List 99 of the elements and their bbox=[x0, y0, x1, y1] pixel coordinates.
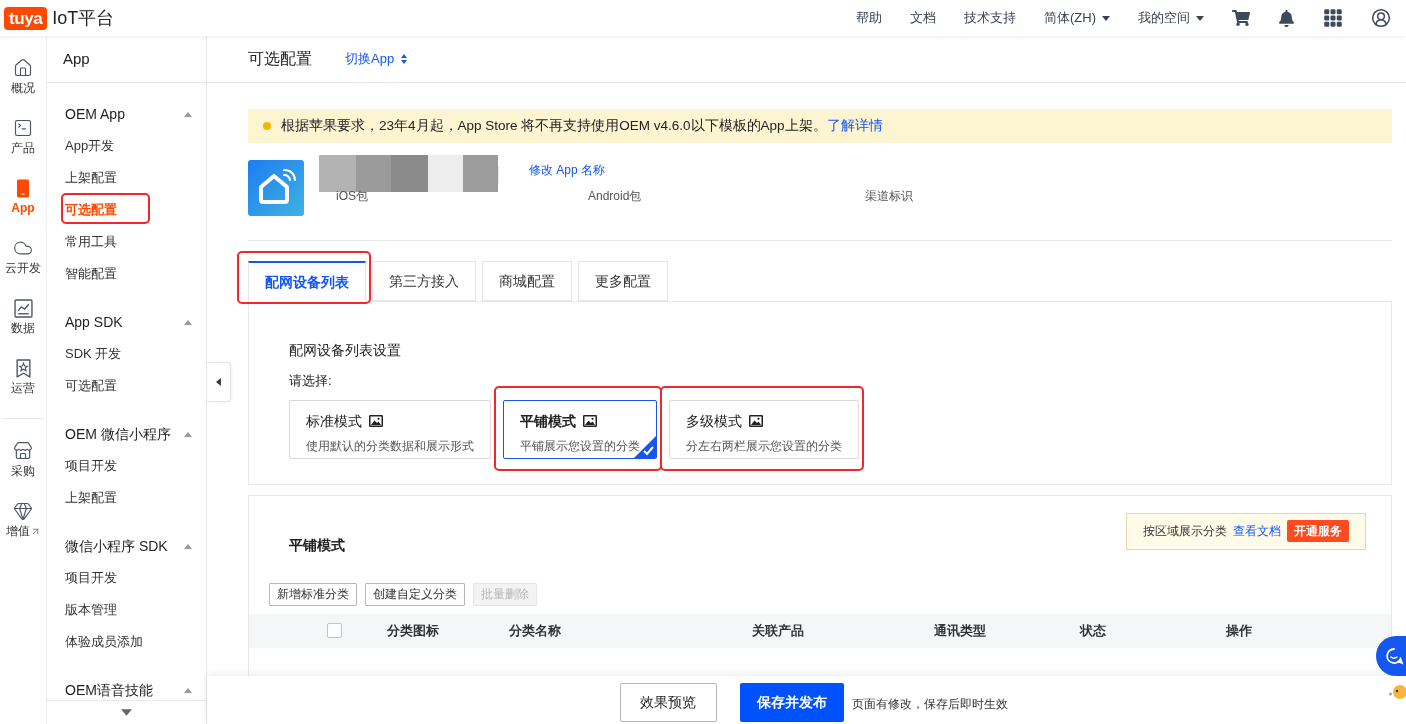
home-icon bbox=[13, 58, 33, 78]
panel-title: 平铺模式 bbox=[289, 535, 345, 555]
notice-text: 根据苹果要求，23年4月起，App Store 将不再支持使用OEM v4.6.0以下模板的App上架。了解详情 bbox=[281, 116, 883, 135]
sidebar-item[interactable]: 项目开发 bbox=[47, 562, 206, 594]
rail-nav-item[interactable]: 产品 bbox=[11, 140, 35, 156]
sidebar-group-header[interactable]: 微信小程序 SDK bbox=[47, 530, 206, 562]
sidebar-group-header[interactable]: OEM语音技能 bbox=[47, 674, 206, 700]
mascot-icon bbox=[1388, 682, 1406, 700]
mode-title: 平铺模式 bbox=[520, 411, 576, 431]
mode-title: 多级模式 bbox=[686, 411, 742, 431]
settings-title: 配网设备列表设置 bbox=[289, 341, 402, 360]
mode-option-card[interactable]: 标准模式 使用默认的分类数据和展示形式 bbox=[289, 399, 491, 459]
column-header: 分类图标 bbox=[387, 621, 440, 640]
rail-nav-item[interactable]: 概况 bbox=[11, 80, 35, 96]
tab[interactable]: 更多配置 bbox=[578, 261, 668, 301]
caret-up-icon bbox=[184, 543, 192, 549]
chat-bubble-icon bbox=[1384, 646, 1404, 666]
sidebar-item[interactable]: 上架配置 bbox=[47, 482, 206, 514]
page-title: 可选配置 bbox=[248, 49, 312, 69]
terminal-icon bbox=[13, 118, 33, 138]
action-button[interactable]: 创建自定义分类 bbox=[365, 582, 465, 606]
sidebar-group-header[interactable]: OEM 微信小程序 bbox=[47, 418, 206, 450]
apps-grid-icon[interactable] bbox=[1323, 8, 1343, 28]
sidebar-item[interactable]: 可选配置 bbox=[47, 370, 206, 402]
notice-dot-icon bbox=[263, 122, 271, 130]
app-field-label: iOS包 bbox=[336, 188, 369, 205]
save-hint: 页面有修改，保存后即时生效 bbox=[851, 696, 1008, 713]
caret-left-icon bbox=[216, 378, 221, 386]
sidebar-item[interactable]: 版本管理 bbox=[47, 594, 206, 626]
caret-up-icon bbox=[184, 431, 192, 437]
mode-description: 平铺展示您设置的分类 bbox=[520, 437, 640, 455]
rename-app-link[interactable]: 修改 App 名称 bbox=[529, 161, 606, 179]
mode-description: 分左右两栏展示您设置的分类 bbox=[686, 437, 842, 455]
nav-link[interactable]: 帮助 bbox=[856, 8, 882, 28]
mode-title: 标准模式 bbox=[306, 411, 362, 431]
sidebar-item[interactable]: 上架配置 bbox=[47, 162, 206, 194]
caret-up-icon bbox=[184, 111, 192, 117]
caret-down-icon bbox=[1102, 15, 1110, 21]
column-header: 通讯类型 bbox=[934, 621, 987, 640]
nav-dropdown[interactable]: 我的空间 bbox=[1138, 8, 1204, 28]
mode-option-card[interactable]: 多级模式 分左右两栏展示您设置的分类 bbox=[669, 399, 859, 459]
column-header: 关联产品 bbox=[752, 621, 805, 640]
rail-nav-item[interactable]: 数据 bbox=[11, 320, 35, 336]
sidebar-item[interactable]: 体验成员添加 bbox=[47, 626, 206, 658]
learn-more-link[interactable]: 了解详情 bbox=[826, 117, 883, 133]
image-icon bbox=[749, 415, 763, 427]
publish-button[interactable]: 保存并发布 bbox=[739, 683, 844, 722]
chat-button[interactable] bbox=[1376, 636, 1406, 676]
image-icon bbox=[583, 415, 597, 427]
bookmark-star-icon bbox=[15, 358, 31, 378]
choose-prompt: 请选择: bbox=[289, 372, 333, 390]
cart-icon[interactable] bbox=[1232, 9, 1250, 27]
caret-up-icon bbox=[184, 687, 192, 693]
bell-icon[interactable] bbox=[1278, 9, 1295, 27]
tab[interactable]: 配网设备列表 bbox=[248, 261, 366, 302]
nav-link[interactable]: 技术支持 bbox=[964, 8, 1016, 28]
collapse-sidebar-button[interactable] bbox=[207, 362, 231, 402]
sidebar-title: App bbox=[63, 48, 90, 69]
sidebar-item[interactable]: 智能配置 bbox=[47, 258, 206, 290]
store-icon bbox=[13, 441, 33, 461]
column-header: 分类名称 bbox=[509, 621, 562, 640]
switch-app-link[interactable]: 切换App bbox=[345, 49, 408, 69]
column-header: 操作 bbox=[1226, 621, 1253, 640]
select-all-checkbox[interactable] bbox=[327, 623, 342, 638]
sidebar-group-header[interactable]: OEM App bbox=[47, 98, 206, 130]
nav-link[interactable]: 文档 bbox=[910, 8, 936, 28]
brand-logo: tuya bbox=[4, 6, 48, 30]
rail-nav-item[interactable]: 运营 bbox=[11, 380, 35, 396]
app-field-label: 渠道标识 bbox=[865, 188, 913, 205]
caret-down-icon bbox=[121, 709, 132, 716]
rail-nav-item[interactable]: 云开发 bbox=[5, 260, 41, 276]
app-icon bbox=[248, 160, 304, 216]
sidebar-group-header[interactable]: App SDK bbox=[47, 306, 206, 338]
user-avatar-icon[interactable] bbox=[1371, 8, 1391, 28]
column-header: 状态 bbox=[1080, 621, 1107, 640]
action-button[interactable]: 新增标准分类 bbox=[269, 582, 357, 606]
caret-down-icon bbox=[1196, 15, 1204, 21]
phone-icon bbox=[17, 178, 29, 198]
tab[interactable]: 商城配置 bbox=[482, 261, 572, 301]
rail-nav-item[interactable]: 增值 bbox=[5, 523, 41, 539]
nav-dropdown[interactable]: 简体(ZH) bbox=[1044, 8, 1110, 28]
app-field-label: Android包 bbox=[588, 188, 643, 205]
image-icon bbox=[369, 415, 383, 427]
mode-option-card[interactable]: 平铺模式 平铺展示您设置的分类 bbox=[503, 399, 657, 459]
sidebar-item[interactable]: SDK 开发 bbox=[47, 338, 206, 370]
sort-caret-icon bbox=[401, 54, 408, 64]
view-docs-link[interactable]: 查看文档 bbox=[1233, 522, 1281, 540]
sidebar-item[interactable]: App开发 bbox=[47, 130, 206, 162]
diamond-icon bbox=[13, 501, 33, 521]
preview-button[interactable]: 效果预览 bbox=[619, 683, 717, 722]
tab[interactable]: 第三方接入 bbox=[372, 261, 476, 301]
sidebar-item[interactable]: 常用工具 bbox=[47, 226, 206, 258]
sidebar-item[interactable]: 项目开发 bbox=[47, 450, 206, 482]
line-chart-icon bbox=[13, 298, 33, 318]
rail-nav-item[interactable]: 采购 bbox=[11, 463, 35, 479]
promo-text: 按区域展示分类 bbox=[1143, 523, 1227, 540]
mode-description: 使用默认的分类数据和展示形式 bbox=[306, 437, 474, 455]
caret-up-icon bbox=[184, 319, 192, 325]
product-name: IoT平台 bbox=[52, 6, 115, 30]
